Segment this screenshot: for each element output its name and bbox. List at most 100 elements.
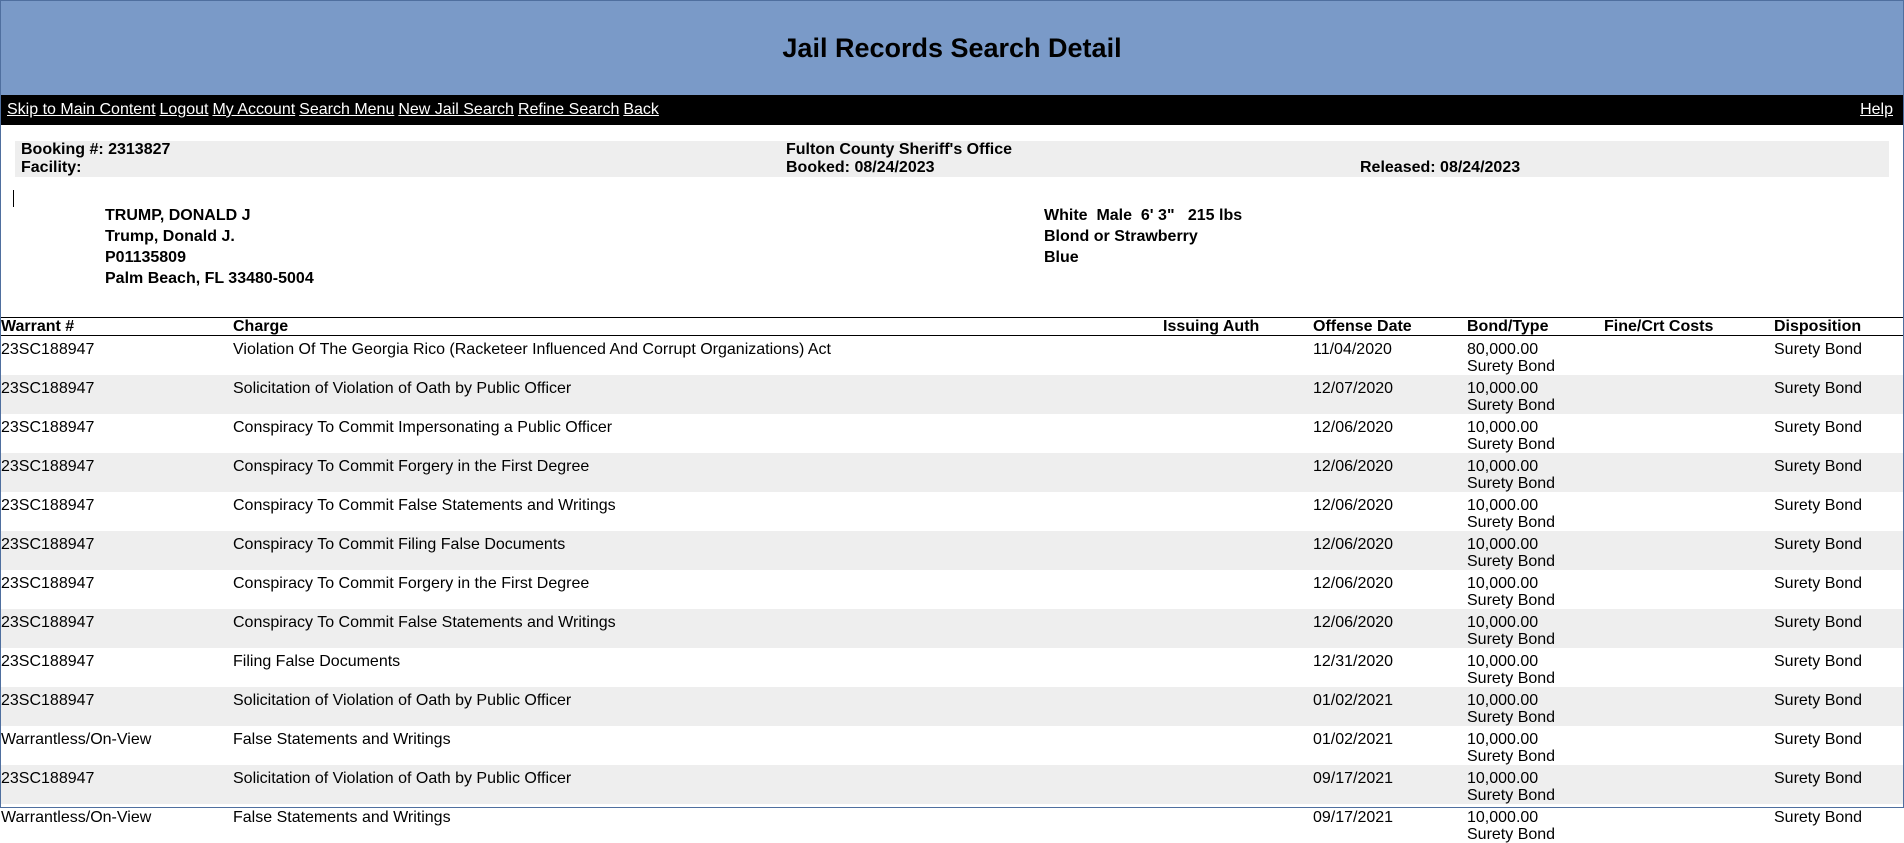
inmate-eyes: Blue [1044,249,1079,267]
inmate-name: Trump, Donald J. [105,228,235,246]
cell-charge: Conspiracy To Commit Filing False Docume… [233,531,1163,570]
cell-charge: False Statements and Writings [233,726,1163,765]
cell-issuing-auth [1163,648,1313,687]
cell-warrant: Warrantless/On-View [1,726,233,765]
bond-amount: 10,000.00 [1467,731,1604,748]
bond-type: Surety Bond [1467,553,1604,570]
bond-amount: 10,000.00 [1467,419,1604,436]
cell-disposition: Surety Bond [1774,726,1903,765]
cell-issuing-auth [1163,414,1313,453]
bond-type: Surety Bond [1467,787,1604,804]
cell-disposition: Surety Bond [1774,531,1903,570]
bond-type: Surety Bond [1467,670,1604,687]
cell-disposition: Surety Bond [1774,375,1903,414]
search-menu-link[interactable]: Search Menu [299,101,394,119]
bond-amount: 10,000.00 [1467,536,1604,553]
cell-bond: 10,000.00Surety Bond [1467,804,1604,843]
booking-number: Booking #: 2313827 [21,141,170,159]
bond-type: Surety Bond [1467,631,1604,648]
inmate-hair: Blond or Strawberry [1044,228,1198,246]
cell-offense-date: 12/06/2020 [1313,453,1467,492]
cell-offense-date: 12/31/2020 [1313,648,1467,687]
nav-links: Skip to Main Content Logout My Account S… [7,101,663,119]
table-row: Warrantless/On-ViewFalse Statements and … [1,726,1903,765]
cell-warrant: 23SC188947 [1,609,233,648]
table-row: 23SC188947Filing False Documents12/31/20… [1,648,1903,687]
cell-issuing-auth [1163,531,1313,570]
table-row: 23SC188947Conspiracy To Commit Forgery i… [1,453,1903,492]
cell-offense-date: 09/17/2021 [1313,765,1467,804]
bond-type: Surety Bond [1467,475,1604,492]
refine-search-link[interactable]: Refine Search [518,101,619,119]
my-account-link[interactable]: My Account [212,101,295,119]
new-jail-search-link[interactable]: New Jail Search [398,101,514,119]
cell-issuing-auth [1163,492,1313,531]
cell-warrant: 23SC188947 [1,648,233,687]
cell-issuing-auth [1163,336,1313,376]
cell-warrant: 23SC188947 [1,570,233,609]
header-disposition: Disposition [1774,318,1903,336]
cell-fine-costs [1604,765,1774,804]
table-row: 23SC188947Violation Of The Georgia Rico … [1,336,1903,376]
inmate-details: TRUMP, DONALD J Trump, Donald J. P011358… [1,177,1903,317]
cell-charge: False Statements and Writings [233,804,1163,843]
cell-bond: 10,000.00Surety Bond [1467,453,1604,492]
bond-type: Surety Bond [1467,514,1604,531]
cell-charge: Solicitation of Violation of Oath by Pub… [233,765,1163,804]
cell-disposition: Surety Bond [1774,570,1903,609]
cell-warrant: 23SC188947 [1,414,233,453]
bond-amount: 80,000.00 [1467,341,1604,358]
cell-issuing-auth [1163,453,1313,492]
table-row: 23SC188947Solicitation of Violation of O… [1,765,1903,804]
bond-amount: 10,000.00 [1467,497,1604,514]
facility-label: Facility: [21,159,81,177]
cell-fine-costs [1604,648,1774,687]
cell-issuing-auth [1163,609,1313,648]
cell-charge: Conspiracy To Commit Forgery in the Firs… [233,453,1163,492]
bond-amount: 10,000.00 [1467,809,1604,826]
cell-issuing-auth [1163,804,1313,843]
cell-charge: Violation Of The Georgia Rico (Racketeer… [233,336,1163,376]
cell-charge: Conspiracy To Commit Impersonating a Pub… [233,414,1163,453]
cell-fine-costs [1604,570,1774,609]
skip-to-main-link[interactable]: Skip to Main Content [7,101,156,119]
bond-type: Surety Bond [1467,397,1604,414]
table-row: 23SC188947Conspiracy To Commit Forgery i… [1,570,1903,609]
cell-charge: Conspiracy To Commit False Statements an… [233,609,1163,648]
back-link[interactable]: Back [623,101,659,119]
cell-bond: 10,000.00Surety Bond [1467,375,1604,414]
table-row: 23SC188947Conspiracy To Commit False Sta… [1,492,1903,531]
cell-warrant: 23SC188947 [1,453,233,492]
bond-type: Surety Bond [1467,358,1604,375]
cell-disposition: Surety Bond [1774,492,1903,531]
cell-bond: 10,000.00Surety Bond [1467,531,1604,570]
cell-charge: Solicitation of Violation of Oath by Pub… [233,687,1163,726]
agency-name: Fulton County Sheriff's Office [786,141,1012,159]
cell-warrant: Warrantless/On-View [1,804,233,843]
cell-warrant: 23SC188947 [1,336,233,376]
booking-summary: Booking #: 2313827 Facility: Fulton Coun… [15,141,1889,177]
bond-amount: 10,000.00 [1467,614,1604,631]
cell-disposition: Surety Bond [1774,765,1903,804]
cell-offense-date: 12/06/2020 [1313,609,1467,648]
navigation-bar: Skip to Main Content Logout My Account S… [1,95,1903,125]
cell-warrant: 23SC188947 [1,687,233,726]
help-link[interactable]: Help [1860,101,1893,119]
cell-disposition: Surety Bond [1774,687,1903,726]
cell-bond: 10,000.00Surety Bond [1467,726,1604,765]
cell-fine-costs [1604,414,1774,453]
logout-link[interactable]: Logout [160,101,209,119]
header-charge: Charge [233,318,1163,336]
cell-bond: 10,000.00Surety Bond [1467,765,1604,804]
inmate-physical: White Male 6' 3" 215 lbs [1044,207,1242,225]
cell-offense-date: 12/06/2020 [1313,492,1467,531]
cell-issuing-auth [1163,570,1313,609]
cell-warrant: 23SC188947 [1,492,233,531]
cell-warrant: 23SC188947 [1,765,233,804]
bond-type: Surety Bond [1467,826,1604,843]
charges-table: Warrant # Charge Issuing Auth Offense Da… [1,317,1903,843]
cell-bond: 10,000.00Surety Bond [1467,609,1604,648]
cell-bond: 10,000.00Surety Bond [1467,687,1604,726]
cell-fine-costs [1604,726,1774,765]
bond-type: Surety Bond [1467,709,1604,726]
